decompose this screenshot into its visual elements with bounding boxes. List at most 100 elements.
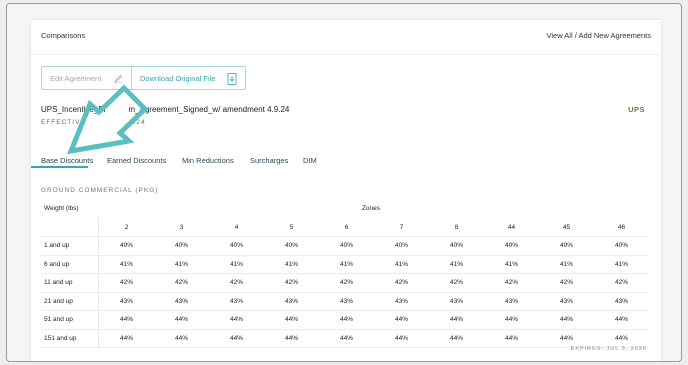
- card-header: Comparisons View All / Add New Agreement…: [31, 20, 661, 55]
- view-all-link[interactable]: View All / Add New Agreements: [546, 31, 651, 40]
- discount-cell: 41%: [339, 260, 353, 268]
- zone-header-cell: 46: [617, 223, 626, 231]
- effective-prefix: EFFECTIVE: [41, 119, 86, 126]
- discount-cell: 40%: [119, 242, 133, 249]
- discount-table: Weight (lbs) Zones 2 3 4 5 6 7 8 44 45 46 1 and u…: [41, 200, 649, 348]
- discount-cell: 40%: [339, 242, 353, 249]
- weight-header: Weight (lbs): [44, 205, 79, 212]
- tab-base-discounts[interactable]: Base Discounts: [41, 156, 93, 165]
- app-frame: Comparisons View All / Add New Agreement…: [6, 3, 682, 362]
- download-icon: [227, 73, 237, 85]
- table-row: 151 and up 44% 44% 44% 44% 44% 44% 44% 44% 44% 44%: [41, 330, 649, 348]
- section-title: GROUND COMMERCIAL (PKG): [41, 187, 159, 194]
- table-header-row: Weight (lbs) Zones: [41, 200, 649, 219]
- discount-cell: 43%: [504, 297, 518, 305]
- zone-header-cell: 6: [344, 223, 349, 231]
- discount-cell: 40%: [504, 242, 518, 249]
- discount-cell: 42%: [394, 279, 408, 286]
- agreement-name-end: m_Agreement_Signed_w/ amendment 4.9.24: [128, 105, 290, 114]
- effective-date: EFFECTIVE 024: [41, 119, 146, 126]
- discount-cell: 44%: [284, 316, 298, 323]
- zone-header-cell: 5: [289, 223, 294, 231]
- discount-cell: 40%: [174, 242, 188, 249]
- discount-cell: 41%: [174, 260, 188, 268]
- tab-earned-discounts[interactable]: Earned Discounts: [107, 156, 166, 165]
- download-file-button[interactable]: Download Original File: [132, 67, 245, 89]
- agreement-card: Comparisons View All / Add New Agreement…: [31, 20, 661, 361]
- discount-cell: 41%: [284, 260, 298, 268]
- discount-cell: 44%: [119, 334, 133, 342]
- discount-cell: 42%: [284, 279, 298, 286]
- download-file-label: Download Original File: [140, 73, 216, 83]
- discount-cell: 44%: [174, 334, 188, 342]
- discount-cell: 40%: [229, 242, 243, 249]
- discount-cell: 43%: [614, 297, 628, 305]
- discount-cell: 44%: [284, 334, 298, 342]
- table-row: 6 and up 41% 41% 41% 41% 41% 41% 41% 41% 41% 41%: [41, 256, 649, 274]
- discount-cell: 41%: [449, 260, 463, 268]
- discount-cell: 42%: [614, 279, 628, 286]
- table-row: 11 and up 42% 42% 42% 42% 42% 42% 42% 42% 42% 42%: [41, 274, 649, 293]
- discount-cell: 40%: [284, 242, 298, 249]
- active-tab-indicator: [31, 166, 88, 168]
- discount-cell: 41%: [504, 260, 518, 268]
- discount-cell: 44%: [559, 316, 573, 323]
- discount-cell: 43%: [559, 297, 573, 305]
- discount-cell: 44%: [614, 334, 628, 342]
- discount-cell: 42%: [559, 279, 573, 286]
- zone-header-cell: 3: [179, 223, 184, 231]
- tab-dim[interactable]: DIM: [303, 156, 317, 165]
- discount-cell: 44%: [614, 316, 628, 323]
- discount-cell: 40%: [449, 242, 463, 249]
- zone-header-cell: 4: [234, 223, 239, 231]
- edit-agreement-button[interactable]: Edit Agreement: [42, 67, 132, 89]
- agreement-actions: Edit Agreement Download Original File: [41, 66, 246, 90]
- discount-cell: 42%: [449, 279, 463, 286]
- weight-cell: 6 and up: [44, 260, 70, 268]
- discount-cell: 44%: [394, 334, 408, 342]
- discount-cell: 43%: [284, 297, 298, 305]
- discount-cell: 44%: [559, 334, 573, 342]
- discount-cell: 43%: [229, 297, 243, 305]
- discount-cell: 44%: [174, 316, 188, 323]
- discount-cell: 44%: [339, 316, 353, 323]
- page-title: Comparisons: [41, 31, 86, 40]
- expiry-date: EXPIRES: JUL 3, 2026: [570, 346, 647, 352]
- discount-cell: 41%: [394, 260, 408, 268]
- table-row: 1 and up 40% 40% 40% 40% 40% 40% 40% 40% 40% 40%: [41, 237, 649, 256]
- tab-min-reductions[interactable]: Min Reductions: [182, 156, 234, 165]
- discount-cell: 40%: [559, 242, 573, 249]
- discount-cell: 43%: [449, 297, 463, 305]
- discount-cell: 42%: [504, 279, 518, 286]
- pencil-icon: [113, 73, 123, 83]
- discount-cell: 43%: [339, 297, 353, 305]
- discount-cell: 41%: [119, 260, 133, 268]
- zone-header-cell: 44: [507, 223, 516, 231]
- discount-cell: 43%: [394, 297, 408, 305]
- discount-cell: 44%: [504, 316, 518, 323]
- zone-header-cell: 8: [454, 223, 459, 231]
- discount-cell: 42%: [229, 279, 243, 286]
- weight-cell: 1 and up: [44, 242, 70, 249]
- discount-cell: 42%: [119, 279, 133, 286]
- discount-cell: 43%: [119, 297, 133, 305]
- discount-cell: 43%: [174, 297, 188, 305]
- discount-cell: 44%: [339, 334, 353, 342]
- discount-cell: 42%: [339, 279, 353, 286]
- weight-cell: 151 and up: [44, 334, 77, 342]
- zone-header-cell: 7: [399, 223, 404, 231]
- discount-cell: 44%: [229, 316, 243, 323]
- zone-header-row: 2 3 4 5 6 7 8 44 45 46: [41, 219, 649, 237]
- effective-suffix: 024: [131, 119, 146, 126]
- discount-cell: 40%: [614, 242, 628, 249]
- tab-surcharges[interactable]: Surcharges: [250, 156, 288, 165]
- discount-cell: 44%: [449, 334, 463, 342]
- zone-header-cell: 2: [124, 223, 129, 231]
- discount-cell: 44%: [394, 316, 408, 323]
- table-row: 21 and up 43% 43% 43% 43% 43% 43% 43% 43% 43% 43%: [41, 293, 649, 311]
- discount-cell: 44%: [229, 334, 243, 342]
- carrier-label: UPS: [628, 105, 645, 114]
- discount-cell: 41%: [229, 260, 243, 268]
- discount-cell: 44%: [504, 334, 518, 342]
- discount-cell: 41%: [614, 260, 628, 268]
